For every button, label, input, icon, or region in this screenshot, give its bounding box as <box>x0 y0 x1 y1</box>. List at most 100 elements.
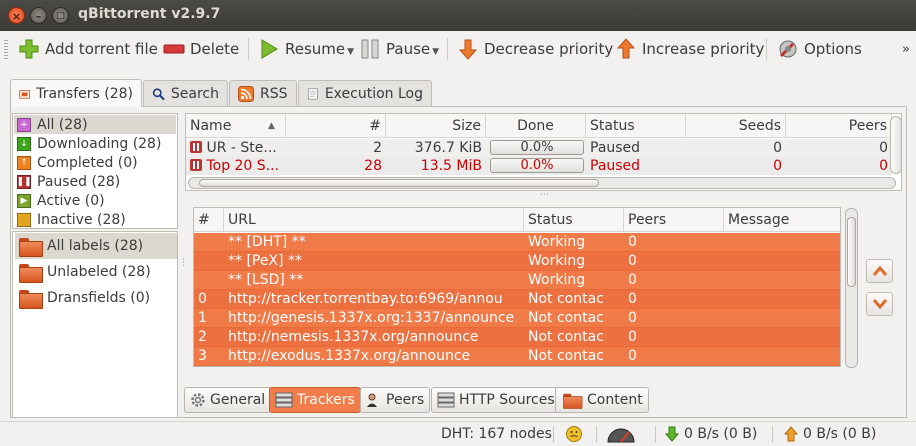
filter-downloading-label: Downloading (28) <box>37 135 162 152</box>
tab-rss[interactable]: RSS <box>229 80 297 107</box>
tracker-row[interactable]: 0 http://tracker.torrentbay.to:6969/anno… <box>194 290 840 309</box>
add-torrent-button[interactable]: Add torrent file <box>18 36 158 62</box>
sidebar-splitter-handle[interactable]: ⋮ <box>179 258 188 268</box>
upload-speed-text: 0 B/s (0 B) <box>803 426 877 442</box>
label-all[interactable]: All labels (28) <box>15 233 177 259</box>
tracker-row[interactable]: 1 http://genesis.1337x.org:1337/announce… <box>194 309 840 328</box>
all-icon: + <box>17 117 31 132</box>
tab-content[interactable]: Content <box>555 387 649 413</box>
tracker-column-status[interactable]: Status <box>524 208 624 232</box>
tracker-row[interactable]: 3 http://exodus.1337x.org/announce Not c… <box>194 347 840 366</box>
filter-all[interactable]: + All (28) <box>14 115 176 134</box>
tab-search-label: Search <box>170 86 219 102</box>
tracker-peers: 0 <box>628 348 637 364</box>
column-num[interactable]: # <box>286 114 386 138</box>
close-window-button[interactable]: × <box>8 7 25 24</box>
properties-splitter-handle[interactable]: ⋯ <box>540 190 549 200</box>
inactive-icon <box>17 212 31 227</box>
move-tracker-down-button[interactable] <box>866 292 893 316</box>
tab-trackers-label: Trackers <box>297 392 355 408</box>
filter-completed-label: Completed (0) <box>37 154 138 171</box>
tab-peers[interactable]: Peers <box>360 387 431 413</box>
tab-http-sources[interactable]: HTTP Sources <box>431 387 561 413</box>
filter-active[interactable]: ▶ Active (0) <box>14 191 176 210</box>
delete-button[interactable]: Delete <box>163 36 239 62</box>
statusbar-separator <box>553 426 554 443</box>
tracker-status: Working <box>528 272 586 288</box>
torrent-status: Paused <box>590 140 641 156</box>
toolbar-overflow-icon[interactable]: » <box>902 42 910 57</box>
chevron-down-icon[interactable]: ▼ <box>347 47 354 57</box>
tracker-row[interactable]: 2 http://nemesis.1337x.org/announce Not … <box>194 328 840 347</box>
tracker-column-message[interactable]: Message <box>724 208 840 232</box>
column-size[interactable]: Size <box>386 114 486 138</box>
scrollbar-thumb[interactable] <box>847 217 856 287</box>
chevron-up-icon <box>872 265 887 276</box>
transfer-list-vertical-scrollbar[interactable] <box>890 116 902 174</box>
column-done[interactable]: Done <box>486 114 586 138</box>
scrollbar-thumb[interactable] <box>199 179 599 187</box>
minimize-window-button[interactable]: – <box>30 7 47 24</box>
resume-label: Resume <box>285 40 346 58</box>
filter-completed[interactable]: ↑ Completed (0) <box>14 153 176 172</box>
column-peers[interactable]: Peers <box>786 114 892 138</box>
smiley-icon <box>566 426 582 442</box>
column-status[interactable]: Status <box>586 114 686 138</box>
tracker-list-vertical-scrollbar[interactable] <box>845 208 858 368</box>
statusbar-separator <box>596 426 597 443</box>
toolbar-separator <box>248 38 249 60</box>
tracker-num: 0 <box>198 291 207 307</box>
torrent-seeds: 0 <box>773 140 782 156</box>
tracker-status: Working <box>528 234 586 250</box>
transfer-list-horizontal-scrollbar[interactable] <box>188 177 896 189</box>
resume-button[interactable]: Resume ▼ <box>258 36 354 62</box>
chevron-down-icon <box>872 299 887 310</box>
options-button[interactable]: Options <box>777 36 862 62</box>
tracker-column-peers[interactable]: Peers <box>624 208 724 232</box>
tracker-status: Not contac <box>528 291 604 307</box>
tab-search[interactable]: Search <box>143 80 228 107</box>
tracker-num: 1 <box>198 310 207 326</box>
filter-paused[interactable]: ❚❚ Paused (28) <box>14 172 176 191</box>
pause-icon <box>361 39 379 59</box>
tracker-row[interactable]: ** [PeX] ** Working 0 <box>194 252 840 271</box>
connection-status-icon[interactable] <box>565 425 583 443</box>
rss-icon <box>238 86 254 102</box>
add-torrent-label: Add torrent file <box>45 40 158 58</box>
arrow-up-icon <box>616 38 636 59</box>
tab-transfers[interactable]: Transfers (28) <box>10 79 142 107</box>
maximize-window-button[interactable]: □ <box>52 7 69 24</box>
pause-button[interactable]: Pause ▼ <box>359 36 439 62</box>
label-dransfields[interactable]: Dransfields (0) <box>15 285 177 311</box>
increase-priority-button[interactable]: Increase priority <box>615 36 764 62</box>
speed-limit-button[interactable] <box>606 424 636 444</box>
tab-general[interactable]: General <box>184 387 272 413</box>
tracker-status: Working <box>528 253 586 269</box>
decrease-priority-button[interactable]: Decrease priority <box>457 36 613 62</box>
filter-inactive[interactable]: Inactive (28) <box>14 210 176 229</box>
download-speed-text: 0 B/s (0 B) <box>684 426 758 442</box>
upload-speed: 0 B/s (0 B) <box>784 426 876 442</box>
options-label: Options <box>804 40 862 58</box>
label-unlabeled[interactable]: Unlabeled (28) <box>15 259 177 285</box>
tracker-column-num[interactable]: # <box>194 208 224 232</box>
move-tracker-up-button[interactable] <box>866 259 893 283</box>
paused-icon <box>190 141 202 153</box>
toolbar-separator <box>447 38 448 60</box>
tracker-column-url[interactable]: URL <box>224 208 524 232</box>
column-name[interactable]: Name ▲ <box>186 114 286 138</box>
chevron-down-icon[interactable]: ▼ <box>432 47 439 57</box>
tracker-row[interactable]: ** [DHT] ** Working 0 <box>194 233 840 252</box>
window-title: qBittorrent v2.9.7 <box>78 6 221 22</box>
filter-downloading[interactable]: ↓ Downloading (28) <box>14 134 176 153</box>
tracker-row[interactable]: ** [LSD] ** Working 0 <box>194 271 840 290</box>
decrease-priority-label: Decrease priority <box>484 40 614 58</box>
tab-content-label: Content <box>587 392 643 408</box>
tab-peers-label: Peers <box>386 392 425 408</box>
pause-icon: ❚❚ <box>16 174 32 189</box>
active-icon: ▶ <box>17 193 31 208</box>
column-seeds[interactable]: Seeds <box>686 114 786 138</box>
tab-trackers[interactable]: Trackers <box>269 387 361 413</box>
tab-execution-log[interactable]: Execution Log <box>298 80 432 107</box>
torrent-name-text: Top 20 S... <box>206 158 280 174</box>
